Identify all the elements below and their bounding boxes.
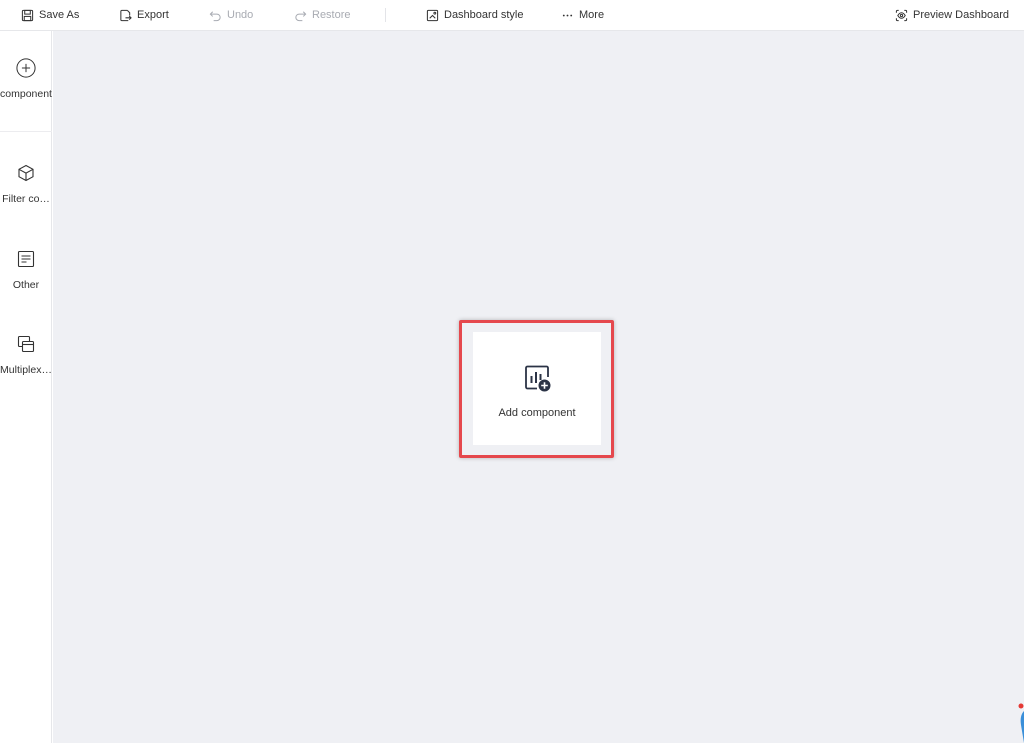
undo-icon	[209, 10, 221, 21]
save-as-button[interactable]: Save As	[21, 0, 79, 30]
export-icon	[120, 9, 132, 21]
sidebar-item-other[interactable]: Other	[0, 249, 52, 291]
add-component-label: Add component	[498, 407, 576, 419]
more-label: More	[579, 9, 605, 21]
undo-button[interactable]: Undo	[209, 0, 253, 30]
restore-button[interactable]: Restore	[294, 0, 351, 30]
save-as-label: Save As	[39, 9, 80, 21]
sidebar-item-label: Other	[12, 279, 40, 291]
sidebar-item-filter-component[interactable]: Filter co…	[0, 163, 52, 205]
sidebar-item-label: component	[0, 88, 52, 100]
cube-icon	[16, 163, 36, 183]
save-icon	[21, 9, 34, 21]
undo-label: Undo	[227, 9, 254, 21]
dashboard-style-button[interactable]: Dashboard style	[426, 0, 524, 30]
ellipsis-icon	[562, 14, 573, 16]
export-label: Export	[137, 9, 169, 21]
sidebar-item-multiplex[interactable]: Multiplex…	[0, 334, 52, 376]
sidebar-item-component[interactable]: component	[0, 58, 52, 100]
plus-circle-icon	[16, 58, 36, 78]
export-button[interactable]: Export	[119, 0, 169, 30]
more-button[interactable]: More	[561, 0, 604, 30]
toolbar-divider	[385, 8, 386, 22]
preview-dashboard-label: Preview Dashboard	[913, 9, 1009, 21]
sidebar-item-label: Filter co…	[2, 193, 50, 205]
add-component-highlight: Add component	[459, 320, 614, 458]
chart-add-icon	[522, 363, 552, 393]
assistant-widget-icon[interactable]	[1017, 703, 1024, 743]
redo-icon	[295, 10, 307, 21]
sidebar-item-label: Multiplex…	[0, 364, 52, 376]
dashboard-style-label: Dashboard style	[444, 9, 524, 21]
preview-icon	[895, 9, 908, 21]
palette-icon	[426, 9, 439, 21]
text-box-icon	[16, 249, 36, 269]
add-component-button[interactable]: Add component	[473, 332, 601, 445]
sidebar-divider	[0, 131, 52, 132]
restore-label: Restore	[312, 9, 351, 21]
preview-dashboard-button[interactable]: Preview Dashboard	[895, 0, 1009, 30]
top-toolbar: Save As Export Undo Restore Dashboard st…	[0, 0, 1024, 31]
stacked-windows-icon	[16, 334, 36, 354]
left-sidebar: component Filter co… Other Multiplex…	[0, 31, 52, 743]
